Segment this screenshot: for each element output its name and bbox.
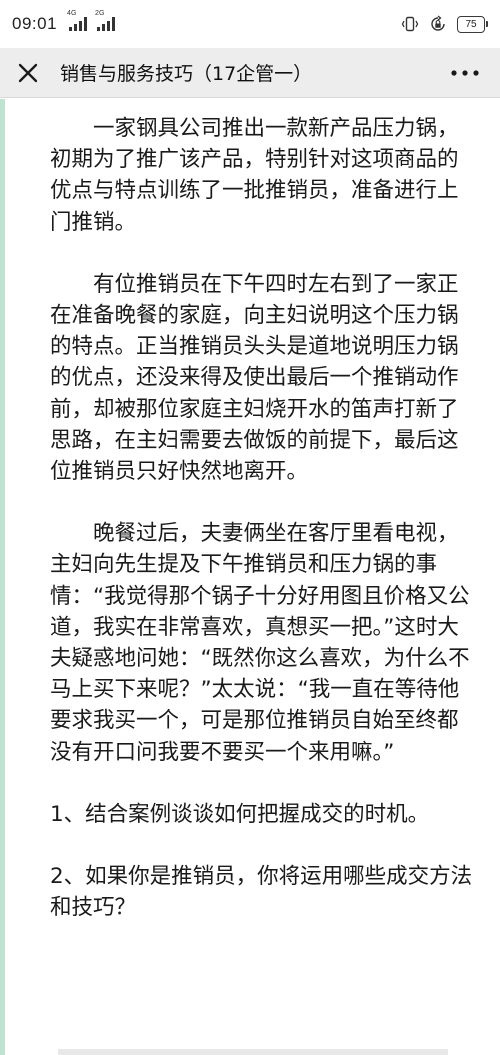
network-type-label: 4G [67, 10, 77, 17]
rotation-lock-icon [429, 15, 447, 33]
signal-group: 4G 2G [67, 10, 116, 31]
status-bar: 09:01 4G 2G 75 [0, 0, 500, 48]
article-paragraph: 晚餐过后，夫妻俩坐在客厅里看电视，主妇向先生提及下午推销员和压力锅的事情：“我觉… [50, 521, 470, 765]
title-bar: 销售与服务技巧（17企管一） [0, 48, 500, 98]
page-title: 销售与服务技巧（17企管一） [60, 63, 313, 85]
question-item: 1、结合案例谈谈如何把握成交的时机。 [50, 801, 430, 827]
scroll-indicator [58, 1049, 448, 1055]
close-button[interactable] [14, 59, 42, 87]
question-item: 2、如果你是推销员，你将运用哪些成交方法和技巧？ [50, 864, 473, 921]
battery-icon: 75 [457, 15, 488, 33]
close-icon [18, 63, 38, 82]
more-icon [451, 69, 479, 76]
status-time: 09:01 [12, 14, 58, 33]
network-type-label: 2G [95, 10, 105, 17]
status-right: 75 [401, 15, 488, 33]
more-button[interactable] [448, 59, 482, 87]
article-content: 一家钢具公司推出一款新产品压力锅，初期为了推广该产品，特别针对这项商品的优点与特… [0, 99, 500, 1055]
article-paragraph: 有位推销员在下午四时左右到了一家正在准备晚餐的家庭，向主妇说明这个压力锅的特点。… [50, 271, 459, 485]
signal-icon: 2G [95, 10, 116, 31]
signal-icon: 4G [67, 10, 88, 31]
article-paragraph: 一家钢具公司推出一款新产品压力锅，初期为了推广该产品，特别针对这项商品的优点与特… [50, 116, 459, 235]
battery-level: 75 [457, 15, 485, 33]
vibrate-icon [401, 15, 419, 33]
